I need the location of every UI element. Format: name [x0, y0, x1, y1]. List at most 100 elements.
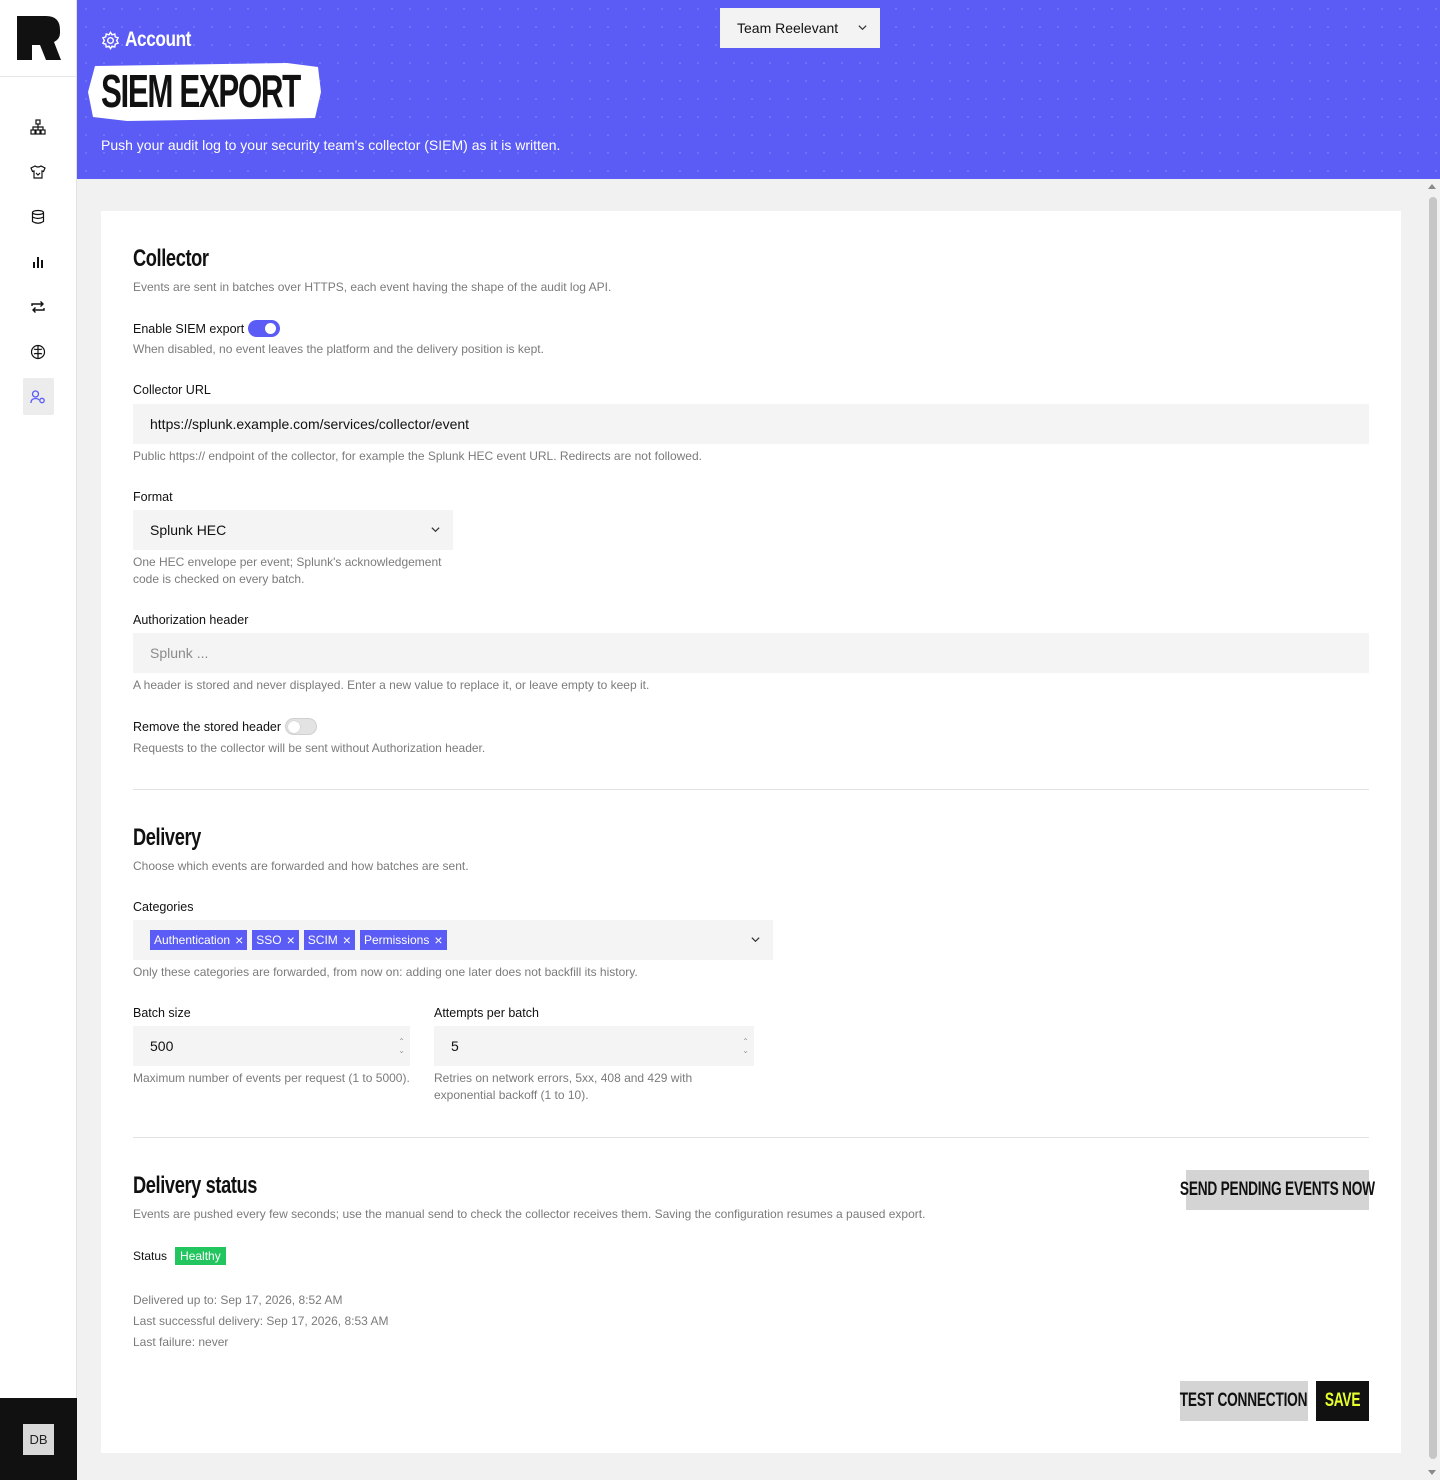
enable-siem-toggle[interactable]: [248, 320, 281, 337]
collector-url-help: Public https:// endpoint of the collecto…: [133, 449, 702, 463]
batch-size-input[interactable]: 500 ⌃ ⌄: [133, 1026, 410, 1066]
sidebar-item-shirt[interactable]: [23, 153, 54, 190]
last-success: Last successful delivery: Sep 17, 2026, …: [133, 1314, 389, 1328]
remove-tag-icon[interactable]: ×: [235, 933, 243, 947]
user-menu[interactable]: DB: [0, 1398, 77, 1480]
format-label: Format: [133, 490, 173, 504]
number-stepper[interactable]: ⌃ ⌄: [398, 1037, 405, 1055]
category-tag-label: Permissions: [363, 933, 430, 947]
section-divider: [133, 1137, 1369, 1138]
page-header: Account SIEM EXPORT Push your audit log …: [77, 0, 1440, 179]
sidebar-nav: [0, 77, 76, 423]
last-failure: Last failure: never: [133, 1335, 229, 1349]
delivery-section-title: Delivery: [133, 824, 201, 851]
status-badge: Healthy: [175, 1247, 226, 1265]
scroll-thumb[interactable]: [1429, 197, 1437, 1459]
sidebar-item-hierarchy[interactable]: [23, 108, 54, 145]
format-select-value: Splunk HEC: [150, 522, 227, 538]
category-tag[interactable]: SSO ×: [252, 930, 299, 950]
format-select[interactable]: Splunk HEC: [133, 510, 453, 550]
attempts-help: Retries on network errors, 5xx, 408 and …: [434, 1070, 692, 1104]
collector-description: Events are sent in batches over HTTPS, e…: [133, 280, 612, 294]
collector-url-label: Collector URL: [133, 383, 211, 397]
team-select[interactable]: Team Reelevant: [720, 8, 880, 48]
scroll-down-arrow[interactable]: [1428, 1470, 1436, 1475]
delivery-info: Delivered up to: Sep 17, 2026, 8:52 AM L…: [133, 1290, 388, 1353]
enable-siem-help: When disabled, no event leaves the platf…: [133, 342, 544, 356]
page-title-wrap: SIEM EXPORT: [87, 62, 323, 127]
auth-header-help: A header is stored and never displayed. …: [133, 678, 650, 692]
scroll-up-arrow[interactable]: [1428, 184, 1436, 189]
save-label: SAVE: [1324, 1390, 1361, 1411]
logo[interactable]: [0, 0, 77, 77]
breadcrumb[interactable]: Account: [101, 28, 206, 52]
enable-siem-label: Enable SIEM export: [133, 321, 245, 336]
section-divider: [133, 789, 1369, 790]
attempts-label: Attempts per batch: [434, 1006, 539, 1020]
attempts-input[interactable]: 5 ⌃ ⌄: [434, 1026, 754, 1066]
send-pending-button[interactable]: SEND PENDING EVENTS NOW: [1180, 1170, 1375, 1210]
save-button[interactable]: SAVE: [1316, 1381, 1369, 1421]
page-title: SIEM EXPORT: [101, 65, 301, 117]
remove-header-row: Remove the stored header: [133, 718, 318, 735]
categories-label: Categories: [133, 900, 194, 914]
test-connection-button[interactable]: TEST CONNECTION: [1180, 1381, 1308, 1421]
remove-header-help: Requests to the collector will be sent w…: [133, 741, 486, 755]
breadcrumb-account[interactable]: Account: [125, 28, 191, 52]
remove-header-toggle[interactable]: [285, 718, 318, 735]
sidebar-item-account[interactable]: [22, 378, 54, 415]
attempts-value: 5: [451, 1038, 459, 1054]
enable-row: Enable SIEM export: [133, 320, 281, 337]
sidebar-item-ai[interactable]: [23, 333, 54, 370]
brand-logo-icon: [16, 16, 61, 60]
number-stepper[interactable]: ⌃ ⌄: [742, 1037, 749, 1055]
remove-header-label: Remove the stored header: [133, 719, 282, 734]
collector-url-input[interactable]: https://splunk.example.com/services/coll…: [133, 404, 1369, 444]
format-help: One HEC envelope per event; Splunk's ack…: [133, 554, 441, 588]
chevron-down-icon[interactable]: [750, 934, 761, 945]
auth-header-input[interactable]: Splunk ...: [133, 633, 1369, 673]
sidebar-item-database[interactable]: [23, 198, 54, 235]
categories-multiselect[interactable]: Authentication × SSO × SCIM × Permissions ×: [133, 920, 773, 960]
test-connection-label: TEST CONNECTION: [1180, 1390, 1308, 1411]
sidebar-item-analytics[interactable]: [23, 243, 54, 280]
chevron-down-icon: [431, 527, 440, 533]
collector-section-title: Collector: [133, 245, 209, 272]
remove-tag-icon[interactable]: ×: [434, 933, 442, 947]
batch-size-value: 500: [150, 1038, 174, 1054]
categories-help: Only these categories are forwarded, fro…: [133, 965, 638, 979]
category-tag[interactable]: Permissions ×: [359, 930, 447, 950]
category-tag-label: Authentication: [154, 933, 231, 947]
status-label: Status: [133, 1249, 168, 1263]
settings-card: Collector Events are sent in batches ove…: [101, 211, 1401, 1453]
brain-icon: [30, 344, 46, 359]
chevron-down-icon: [858, 25, 867, 31]
remove-tag-icon[interactable]: ×: [287, 933, 295, 947]
hierarchy-icon: [30, 118, 46, 135]
delivered-up-to: Delivered up to: Sep 17, 2026, 8:52 AM: [133, 1293, 343, 1307]
sidebar-item-sync[interactable]: [23, 288, 54, 325]
category-tag-label: SSO: [256, 933, 282, 947]
status-description: Events are pushed every few seconds; use…: [133, 1207, 926, 1221]
remove-tag-icon[interactable]: ×: [343, 933, 351, 947]
attempts-help-line-1: Retries on network errors, 5xx, 408 and …: [434, 1071, 693, 1085]
avatar[interactable]: DB: [23, 1423, 54, 1455]
status-section-title: Delivery status: [133, 1172, 258, 1199]
page-scrollbar[interactable]: [1425, 179, 1440, 1480]
category-tag-label: SCIM: [307, 933, 338, 947]
format-help-line-1: One HEC envelope per event; Splunk's ack…: [133, 555, 442, 569]
page-subtitle: Push your audit log to your security tea…: [101, 137, 561, 153]
category-tag[interactable]: Authentication ×: [150, 930, 248, 950]
status-row: Status Healthy: [133, 1247, 226, 1265]
attempts-help-line-2: exponential backoff (1 to 10).: [434, 1088, 589, 1102]
format-help-line-2: code is checked on every batch.: [133, 572, 305, 586]
batch-size-help: Maximum number of events per request (1 …: [133, 1071, 410, 1085]
auth-header-label: Authorization header: [133, 613, 249, 627]
category-tag[interactable]: SCIM ×: [303, 930, 355, 950]
sidebar: DB: [0, 0, 77, 1480]
repeat-icon: [31, 300, 45, 313]
delivery-description: Choose which events are forwarded and ho…: [133, 859, 469, 873]
gear-icon: [101, 30, 120, 50]
shirt-icon: [30, 164, 46, 179]
team-select-value: Team Reelevant: [737, 20, 839, 36]
